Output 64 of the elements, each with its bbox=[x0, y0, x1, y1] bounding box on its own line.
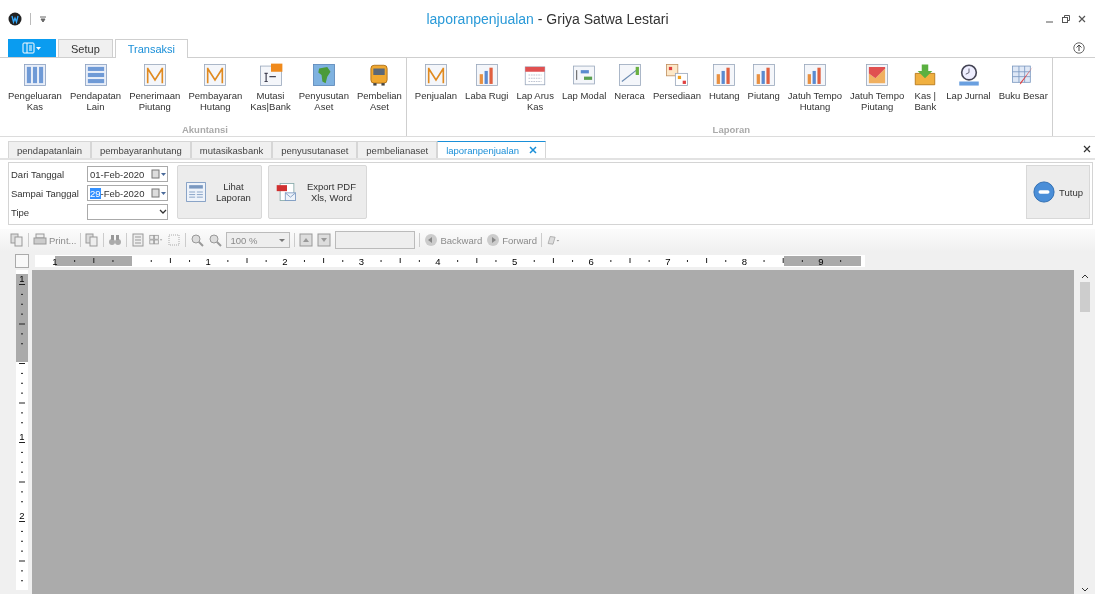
ribbon-button[interactable]: Mutasi Kas|Bank bbox=[246, 62, 295, 118]
document-tab[interactable]: penyusutanaset bbox=[272, 141, 358, 158]
ribbon-tab[interactable]: Setup bbox=[58, 39, 113, 57]
close-icon[interactable] bbox=[1083, 145, 1091, 153]
ribbon-button[interactable]: Lap Arus Kas bbox=[512, 62, 558, 118]
ribbon-button[interactable]: Penerimaan Piutang bbox=[125, 62, 185, 118]
ribbon-button[interactable]: Pendapatan Lain bbox=[65, 62, 126, 118]
ribbon-button[interactable]: Kas | Bank bbox=[908, 62, 943, 118]
document-tab[interactable]: pembayaranhutang bbox=[91, 141, 191, 158]
scroll-down-icon[interactable] bbox=[1080, 586, 1090, 594]
zoom-value: 100 % bbox=[230, 234, 258, 246]
scrollbar-thumb[interactable] bbox=[1080, 282, 1090, 312]
scroll-up-icon[interactable] bbox=[1080, 272, 1090, 280]
ribbon-tab[interactable]: Transaksi bbox=[114, 39, 189, 58]
document-tab[interactable]: mutasikasbank bbox=[190, 141, 273, 158]
ruler-corner-box bbox=[15, 254, 29, 268]
printer-icon bbox=[33, 233, 47, 247]
field-label: Dari Tanggal bbox=[11, 168, 66, 180]
restore-icon[interactable] bbox=[1061, 14, 1071, 24]
app-name: - Griya Satwa Lestari bbox=[537, 11, 669, 27]
quick-access-dropdown-icon[interactable] bbox=[39, 15, 47, 23]
horizontal-ruler: 1 1 2 3 4 5 6 7 8 9 bbox=[35, 255, 865, 267]
group-label: Laporan bbox=[712, 124, 751, 135]
document-tab[interactable]: pendapatanlain bbox=[8, 141, 91, 158]
ribbon-button[interactable]: Pembayaran Hutang bbox=[184, 62, 247, 118]
close-tab-icon[interactable] bbox=[529, 146, 538, 154]
app-logo-icon bbox=[8, 12, 22, 26]
ribbon-button[interactable]: Neraca bbox=[610, 62, 649, 118]
ribbon-button[interactable]: Piutang bbox=[743, 62, 784, 118]
app-menu-button[interactable] bbox=[8, 39, 56, 57]
date-field[interactable]: 29-Feb-2020 bbox=[87, 185, 168, 201]
document-tab[interactable]: pembelianaset bbox=[357, 141, 438, 158]
ribbon-button[interactable]: Pembelian Aset bbox=[352, 62, 406, 118]
ribbon-button[interactable]: Laba Rugi bbox=[461, 62, 513, 118]
ribbon-button[interactable]: Penjualan bbox=[410, 62, 462, 118]
pdf-document-icon bbox=[274, 180, 299, 204]
panel-menu-icon[interactable] bbox=[22, 42, 42, 54]
close-button[interactable]: Tutup bbox=[1026, 165, 1090, 219]
ribbon-button[interactable]: Lap Modal bbox=[557, 62, 611, 118]
collapse-ribbon-icon[interactable] bbox=[1073, 41, 1085, 54]
calendar-dropdown-icon[interactable] bbox=[151, 188, 167, 198]
ribbon-button[interactable]: Persediaan bbox=[648, 62, 705, 118]
date-field[interactable]: 01-Feb-2020 bbox=[87, 166, 168, 182]
ribbon-button[interactable]: Hutang bbox=[704, 62, 744, 118]
ribbon-button[interactable]: Jatuh Tempo Hutang bbox=[783, 62, 847, 118]
ribbon-button[interactable]: Pengeluaran Kas bbox=[4, 62, 66, 118]
close-icon[interactable] bbox=[1077, 14, 1087, 24]
window-title: laporanpenjualan bbox=[426, 11, 534, 27]
dropdown-field[interactable] bbox=[87, 204, 168, 220]
field-label: Tipe bbox=[11, 206, 31, 218]
map-icon bbox=[310, 62, 337, 88]
ribbon-button[interactable]: Penyusutan Aset bbox=[294, 62, 353, 118]
vertical-ruler: 1 1 2 bbox=[16, 270, 28, 590]
document-tab[interactable]: laporanpenjualan bbox=[437, 141, 547, 158]
ribbon-button[interactable]: Jatuh Tempo Piutang bbox=[846, 62, 909, 118]
ribbon-button[interactable]: Lap Jurnal bbox=[942, 62, 995, 118]
view-report-button[interactable]: Lihat Laporan bbox=[177, 165, 262, 219]
field-label: Sampai Tanggal bbox=[11, 187, 80, 199]
newspaper-icon bbox=[184, 180, 208, 204]
group-label: Akuntansi bbox=[181, 124, 228, 135]
minus-circle-icon bbox=[1033, 181, 1056, 203]
calendar-dropdown-icon[interactable] bbox=[151, 169, 167, 179]
ribbon-button[interactable]: Buku Besar bbox=[994, 62, 1052, 118]
export-button[interactable]: Export PDF Xls, Word bbox=[267, 165, 367, 219]
